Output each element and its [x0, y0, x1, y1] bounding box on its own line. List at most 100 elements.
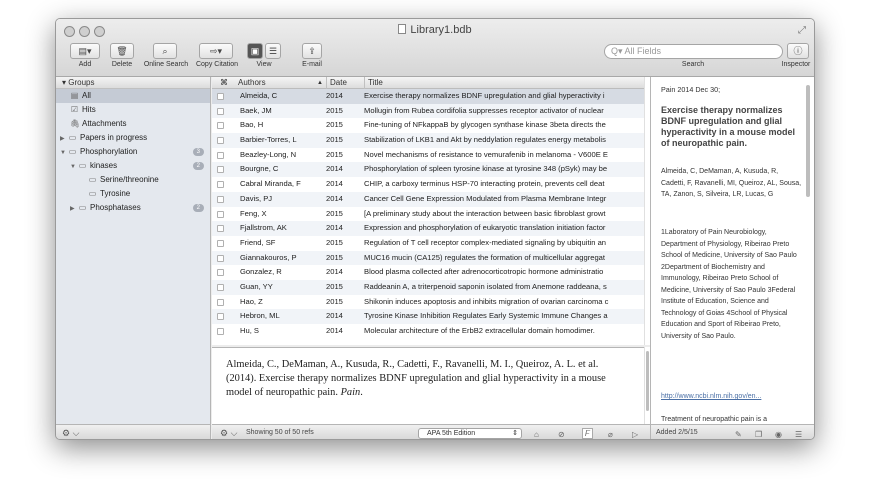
table-row[interactable]: Almeida, C 2014 Exercise therapy normalize… — [212, 89, 644, 104]
table-row[interactable]: Gonzalez, R 2014 Blood plasma collected af… — [212, 265, 644, 280]
email-label: E-mail — [302, 61, 322, 68]
window-title-text: Library1.bdb — [410, 24, 472, 36]
row-checkbox[interactable] — [217, 298, 224, 306]
table-row[interactable]: Feng, X 2015 [A preliminary study about th… — [212, 207, 644, 222]
eye-icon[interactable]: ◉ — [775, 427, 782, 439]
row-checkbox[interactable] — [217, 181, 224, 189]
row-checkbox[interactable] — [217, 107, 224, 115]
row-checkbox[interactable] — [217, 254, 224, 262]
table-row[interactable]: Guan, YY 2015 Raddeanin A, a triterpenoid … — [212, 279, 644, 295]
view-list-button[interactable]: ☰ — [265, 43, 281, 59]
row-checkbox[interactable] — [217, 166, 224, 174]
row-date: 2014 — [326, 179, 343, 189]
column-title[interactable]: Title — [364, 77, 644, 89]
list-icon[interactable]: ☰ — [795, 427, 802, 439]
disclosure-triangle-icon[interactable]: ▼ — [70, 160, 78, 174]
table-row[interactable]: Bourgne, C 2014 Phosphorylation of spleen … — [212, 162, 644, 178]
search-label: Search — [681, 61, 705, 68]
groups-header-label: Groups — [68, 78, 95, 87]
row-checkbox[interactable] — [217, 239, 224, 247]
table-row[interactable]: Beazley-Long, N 2015 Novel mechanisms of r… — [212, 148, 644, 163]
delete-button[interactable]: 🗑 — [110, 43, 134, 59]
row-title: Shikonin induces apoptosis and inhibits … — [364, 296, 609, 306]
add-button[interactable]: ▤▾ — [70, 43, 100, 59]
row-checkbox[interactable] — [217, 225, 224, 233]
copy-icon[interactable]: ❐ — [755, 427, 762, 439]
document-icon — [398, 24, 407, 34]
disclosure-triangle-icon[interactable]: ▼ — [60, 146, 68, 160]
sidebar-item-attachments[interactable]: 🖇 Attachments — [56, 117, 210, 131]
sidebar-item-label: Papers in progress — [80, 133, 148, 142]
row-author: Bourgne, C — [240, 164, 279, 174]
sidebar-item-label: Phosphorylation — [80, 147, 138, 156]
sidebar-item-label: Hits — [82, 105, 96, 114]
inspector-link[interactable]: http://www.ncbi.nlm.nih.gov/en... — [661, 393, 761, 400]
table-row[interactable]: Hu, S 2014 Molecular architecture of the E… — [212, 324, 644, 339]
online-search-button[interactable]: ⌕ — [153, 43, 177, 59]
row-checkbox[interactable] — [217, 313, 224, 321]
disclosure-triangle-icon[interactable]: ▶ — [70, 202, 78, 216]
table-row[interactable]: Fjallstrom, AK 2014 Expression and phospho… — [212, 221, 644, 236]
play-icon[interactable]: ▷ — [632, 427, 638, 439]
row-checkbox[interactable] — [217, 137, 224, 145]
link-icon[interactable]: ⊘ — [558, 427, 565, 439]
attachment-icon[interactable]: ⌀ — [608, 427, 613, 439]
column-date[interactable]: Date — [326, 77, 364, 89]
table-row[interactable]: Giannakouros, P 2015 MUC16 mucin (CA125) r… — [212, 250, 644, 266]
table-row[interactable]: Davis, PJ 2014 Cancer Cell Gene Expression… — [212, 191, 644, 207]
table-row[interactable]: Hao, Z 2015 Shikonin induces apoptosis and… — [212, 295, 644, 310]
row-title: Exercise therapy normalizes BDNF upregul… — [364, 91, 605, 100]
email-button[interactable]: ⇪ — [302, 43, 322, 59]
row-date: 2014 — [326, 267, 343, 277]
citation-style-select[interactable]: APA 5th Edition ⇕ — [418, 428, 522, 439]
row-author: Baek, JM — [240, 105, 272, 115]
row-checkbox[interactable] — [217, 328, 224, 335]
sidebar-item-all[interactable]: ▤ All — [56, 89, 210, 103]
row-checkbox[interactable] — [217, 210, 224, 218]
table-row[interactable]: Baek, JM 2015 Mollugin from Rubea cordifol… — [212, 103, 644, 119]
sidebar-item-tyrosine[interactable]: ▭ Tyrosine — [56, 187, 210, 201]
sidebar-item-phosphorylation[interactable]: ▼ ▭ Phosphorylation 3 — [56, 145, 210, 159]
reference-list: ⌘ Authors ▲ Date Title Almeida, C 2014 Exer… — [212, 77, 644, 345]
sidebar-item-hits[interactable]: ☑ Hits — [56, 103, 210, 117]
table-row[interactable]: Barbier-Torres, L 2015 Stabilization of LK… — [212, 133, 644, 148]
sidebar-item-phosphatases[interactable]: ▶ ▭ Phosphatases 2 — [56, 201, 210, 215]
sidebar-item-kinases[interactable]: ▼ ▭ kinases 2 — [56, 159, 210, 173]
copy-citation-button[interactable]: ⇨▾ — [199, 43, 233, 59]
groups-header[interactable]: ▾ Groups — [56, 77, 210, 89]
row-date: 2015 — [326, 296, 343, 306]
search-input[interactable]: Q▾ All Fields — [604, 44, 783, 59]
table-row[interactable]: Hebron, ML 2014 Tyrosine Kinase Inhibition… — [212, 309, 644, 324]
disclosure-triangle-icon[interactable]: ▶ — [60, 132, 68, 146]
gear-icon[interactable]: ⚙︎ ⌵ — [220, 425, 237, 439]
inspector-button[interactable]: ⓘ — [787, 43, 809, 59]
sidebar-item-papers-in-progress[interactable]: ▶ ▭ Papers in progress — [56, 131, 210, 145]
font-icon[interactable]: 𝐹 — [582, 428, 593, 439]
column-flag[interactable]: ⌘ — [216, 77, 232, 89]
tag-icon[interactable]: ⌂ — [534, 427, 539, 439]
row-author: Hao, Z — [240, 296, 263, 306]
citation-journal: Pain — [340, 387, 361, 399]
row-author: Guan, YY — [240, 281, 273, 291]
sidebar-item-label: Tyrosine — [100, 189, 131, 198]
table-row[interactable]: Cabral Miranda, F 2014 CHIP, a carboxy ter… — [212, 177, 644, 192]
sidebar-item-label: kinases — [90, 161, 118, 170]
edit-icon[interactable]: ✎ — [735, 427, 742, 439]
row-checkbox[interactable] — [217, 283, 224, 291]
table-row[interactable]: Friend, SF 2015 Regulation of T cell recep… — [212, 236, 644, 251]
row-checkbox[interactable] — [217, 122, 224, 130]
sidebar-item-serine-threonine[interactable]: ▭ Serine/threonine — [56, 173, 210, 187]
row-title: Molecular architecture of the ErbB2 extr… — [364, 326, 595, 335]
view-preview-button[interactable]: ▣ — [247, 43, 263, 59]
row-title: MUC16 mucin (CA125) regulates the format… — [364, 252, 606, 262]
row-checkbox[interactable] — [217, 195, 224, 203]
row-checkbox[interactable] — [217, 93, 224, 100]
table-row[interactable]: Bao, H 2015 Fine-tuning of NFkappaB by gly… — [212, 118, 644, 133]
sidebar-action-button[interactable]: ⚙︎ ⌵ — [56, 424, 211, 439]
fullscreen-icon[interactable]: ⤢ — [798, 25, 806, 36]
preview-scroll-thumb[interactable] — [646, 351, 649, 411]
row-checkbox[interactable] — [217, 151, 224, 159]
row-title: Regulation of T cell receptor complex-me… — [364, 237, 607, 247]
inspector-scrollbar[interactable] — [806, 85, 810, 197]
row-checkbox[interactable] — [217, 269, 224, 277]
